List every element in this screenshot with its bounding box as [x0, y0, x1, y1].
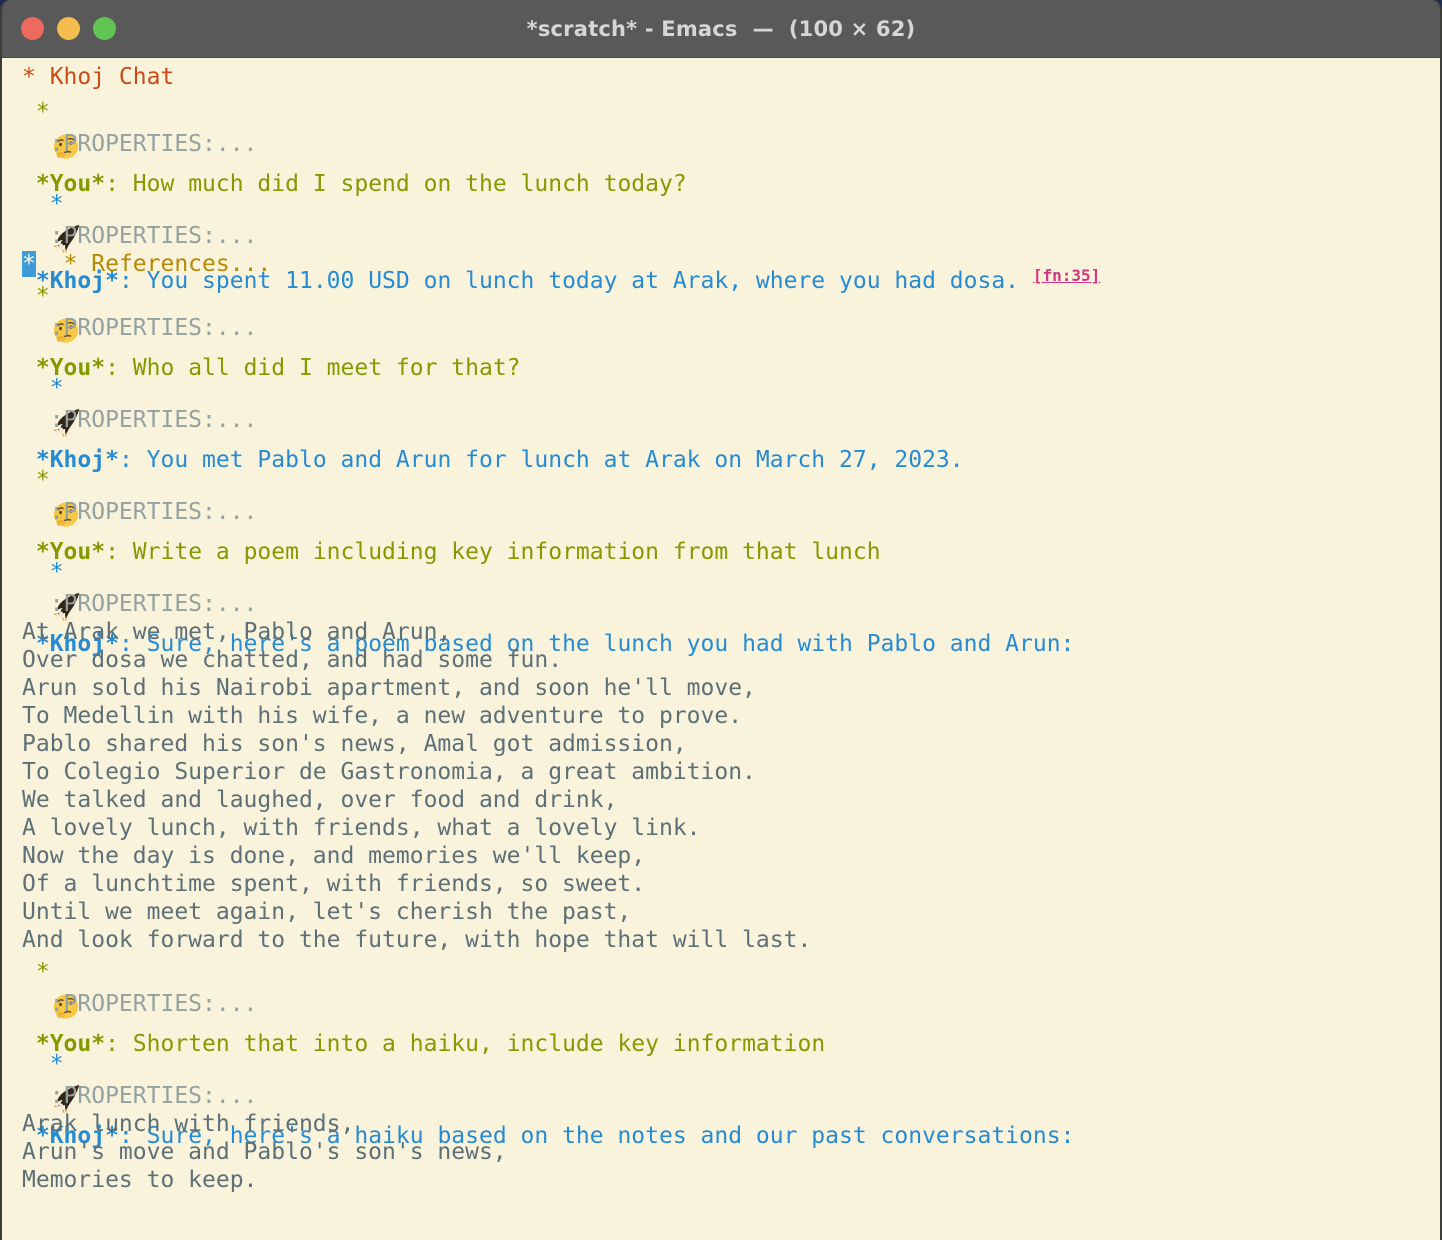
message-body-text: We talked and laughed, over food and dri…: [22, 787, 617, 813]
buffer-line: A lovely lunch, with friends, what a lov…: [22, 814, 1440, 842]
buffer-line: :PROPERTIES:...: [22, 498, 1440, 526]
editor-cursor: *: [22, 251, 36, 277]
traffic-lights: [21, 0, 116, 57]
indent-spacer: [36, 251, 64, 277]
message-body-text: And look forward to the future, with hop…: [22, 927, 811, 953]
message-body-text: Until we meet again, let's cherish the p…: [22, 899, 631, 925]
message-body-text: Of a lunchtime spent, with friends, so s…: [22, 871, 645, 897]
properties-drawer-ellipsis[interactable]: :PROPERTIES:...: [22, 131, 257, 157]
you-message-text: : Shorten that into a haiku, include key…: [105, 1031, 825, 1057]
khoj-message-text: *: [22, 375, 77, 401]
minimize-button[interactable]: [57, 17, 80, 40]
window-title: *scratch* - Emacs — (100 × 62): [527, 17, 916, 41]
properties-drawer-ellipsis[interactable]: :PROPERTIES:...: [22, 591, 257, 617]
buffer-line: :PROPERTIES:...: [22, 1082, 1440, 1110]
buffer-line: :PROPERTIES:...: [22, 590, 1440, 618]
properties-drawer-ellipsis[interactable]: :PROPERTIES:...: [22, 1083, 257, 1109]
khoj-message-text: : You met Pablo and Arun for lunch at Ar…: [119, 447, 964, 473]
buffer-line: Now the day is done, and memories we'll …: [22, 842, 1440, 870]
buffer-line: :PROPERTIES:...: [22, 222, 1440, 250]
buffer-line: Arun sold his Nairobi apartment, and soo…: [22, 674, 1440, 702]
you-message-text: : How much did I spend on the lunch toda…: [105, 171, 687, 197]
buffer-line: And look forward to the future, with hop…: [22, 926, 1440, 954]
you-message-text: : Who all did I meet for that?: [105, 355, 520, 381]
you-message-text: *: [22, 959, 64, 985]
window-titlebar: *scratch* - Emacs — (100 × 62): [2, 0, 1440, 58]
message-body-text: To Medellin with his wife, a new adventu…: [22, 703, 742, 729]
message-body-text: At Arak we met, Pablo and Arun,: [22, 619, 451, 645]
buffer-line: :PROPERTIES:...: [22, 990, 1440, 1018]
message-body-text: Arun sold his Nairobi apartment, and soo…: [22, 675, 756, 701]
buffer-line: To Colegio Superior de Gastronomia, a gr…: [22, 758, 1440, 786]
footnote-link[interactable]: [fn:35]: [1033, 266, 1100, 285]
khoj-message-text: *: [22, 559, 77, 585]
emacs-buffer[interactable]: * Khoj Chat * *You*: How much did I spen…: [2, 58, 1440, 1240]
buffer-line: :PROPERTIES:...: [22, 314, 1440, 342]
buffer-line: :PROPERTIES:...: [22, 406, 1440, 434]
buffer-line: :PROPERTIES:...: [22, 130, 1440, 158]
khoj-message-text: *: [22, 191, 77, 217]
message-body-text: A lovely lunch, with friends, what a lov…: [22, 815, 701, 841]
references-heading-collapsed[interactable]: * References...: [64, 251, 272, 277]
you-message-text: : Write a poem including key information…: [105, 539, 880, 565]
buffer-line: Memories to keep.: [22, 1166, 1440, 1194]
message-body-text: Over dosa we chatted, and had some fun.: [22, 647, 562, 673]
org-heading-chat-title: * Khoj Chat: [22, 64, 174, 90]
message-body-text: Now the day is done, and memories we'll …: [22, 843, 645, 869]
properties-drawer-ellipsis[interactable]: :PROPERTIES:...: [22, 315, 257, 341]
buffer-line: Until we meet again, let's cherish the p…: [22, 898, 1440, 926]
message-body-text: Pablo shared his son's news, Amal got ad…: [22, 731, 687, 757]
message-body-text: Arak lunch with friends,: [22, 1111, 354, 1137]
zoom-button[interactable]: [93, 17, 116, 40]
emacs-window: *scratch* - Emacs — (100 × 62) * Khoj Ch…: [0, 0, 1442, 1240]
buffer-line: We talked and laughed, over food and dri…: [22, 786, 1440, 814]
buffer-line: * *You*: Shorten that into a haiku, incl…: [22, 954, 1440, 990]
buffer-line: To Medellin with his wife, a new adventu…: [22, 702, 1440, 730]
message-body-text: Memories to keep.: [22, 1167, 257, 1193]
message-body-text: To Colegio Superior de Gastronomia, a gr…: [22, 759, 756, 785]
message-body-text: Arun's move and Pablo's son's news,: [22, 1139, 507, 1165]
you-message-text: *: [22, 467, 64, 493]
properties-drawer-ellipsis[interactable]: :PROPERTIES:...: [22, 407, 257, 433]
buffer-line: * Khoj Chat: [22, 60, 1440, 94]
properties-drawer-ellipsis[interactable]: :PROPERTIES:...: [22, 991, 257, 1017]
you-message-text: *: [22, 99, 64, 125]
buffer-line: Of a lunchtime spent, with friends, so s…: [22, 870, 1440, 898]
buffer-line: * *You*: How much did I spend on the lun…: [22, 94, 1440, 130]
buffer-line: Pablo shared his son's news, Amal got ad…: [22, 730, 1440, 758]
you-message-text: *: [22, 283, 64, 309]
properties-drawer-ellipsis[interactable]: :PROPERTIES:...: [22, 499, 257, 525]
khoj-message-text: *: [22, 1051, 77, 1077]
close-button[interactable]: [21, 17, 44, 40]
properties-drawer-ellipsis[interactable]: :PROPERTIES:...: [22, 223, 257, 249]
